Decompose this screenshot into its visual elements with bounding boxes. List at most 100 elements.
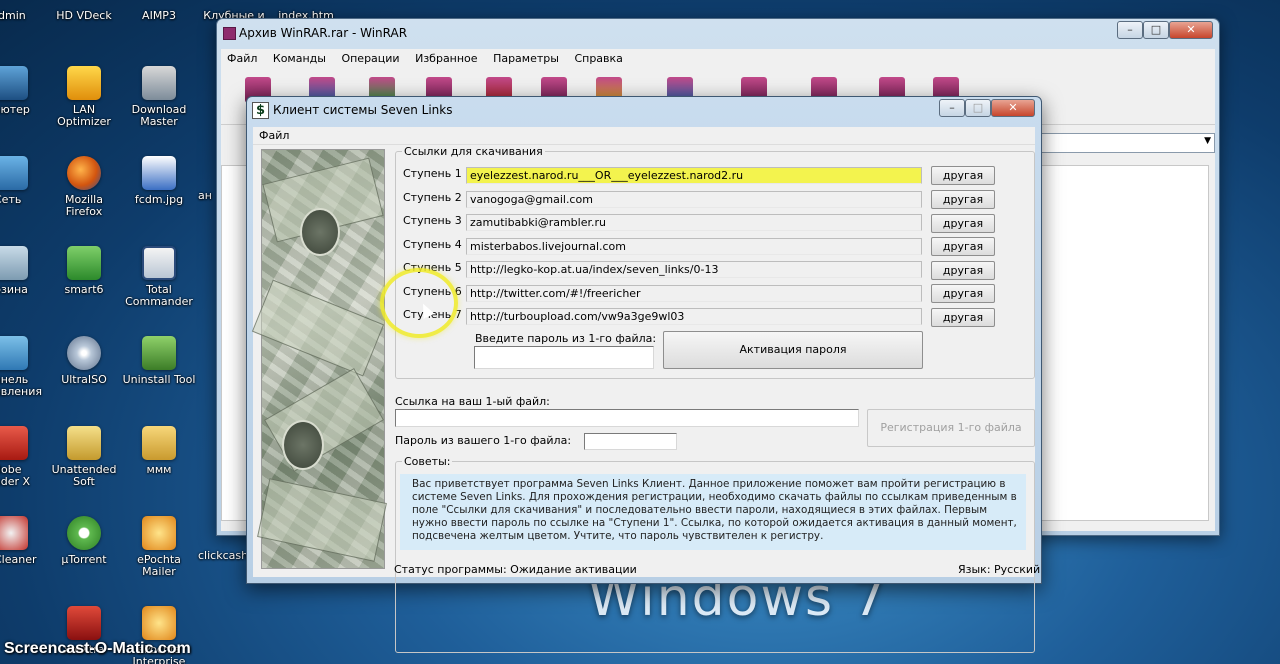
computer-icon [0, 66, 28, 100]
epochta-mailer-icon [142, 516, 176, 550]
epochta-interprise-icon [142, 606, 176, 640]
step-label-3: Ступень 3 [403, 214, 462, 227]
download-master-icon [142, 66, 176, 100]
step-label-2: Ступень 2 [403, 191, 462, 204]
winrar-menu-help[interactable]: Справка [568, 49, 628, 68]
step-url-3[interactable]: zamutibabki@rambler.ru [466, 214, 922, 231]
ccleaner-icon [0, 516, 28, 550]
banknote [263, 368, 385, 472]
banknote [257, 478, 387, 562]
lan-optimizer-icon [67, 66, 101, 100]
desktop-icon-uninstall-tool[interactable]: Uninstall Tool [121, 336, 197, 386]
firefox-icon [67, 156, 101, 190]
desktop-icon-lan-optimizer[interactable]: LAN Optimizer [46, 66, 122, 128]
winrar-file-list[interactable] [221, 165, 249, 521]
desktop-icon-fcdm-jpg[interactable]: fcdm.jpg [121, 156, 197, 206]
dialog-maximize-button[interactable]: □ [965, 99, 991, 117]
step-other-button-2[interactable]: другая [931, 190, 995, 209]
dialog-close-button[interactable]: ✕ [991, 99, 1035, 117]
winrar-menu-options[interactable]: Параметры [487, 49, 565, 68]
screencast-watermark: Screencast-O-Matic.com [4, 640, 191, 657]
utorrent-icon [67, 516, 101, 550]
winrar-minimize-button[interactable]: – [1117, 21, 1143, 39]
password-input[interactable] [474, 346, 654, 369]
smart6-icon [67, 246, 101, 280]
step-url-7[interactable]: http://turboupload.com/vw9a3ge9wl03 [466, 308, 922, 325]
desktop-icon-ultraiso[interactable]: UltraISO [46, 336, 122, 386]
ultraiso-icon [67, 336, 101, 370]
network-icon [0, 156, 28, 190]
tips-text: Вас приветствует программа Seven Links К… [400, 474, 1026, 550]
step-url-6[interactable]: http://twitter.com/#!/freericher [466, 285, 922, 302]
desktop-icon-computer[interactable]: ьютер [0, 66, 46, 116]
desktop-icon-utorrent[interactable]: µTorrent [46, 516, 122, 566]
dollar-icon: $ [252, 102, 269, 119]
winrar-file-pane[interactable] [1041, 165, 1209, 521]
winrar-title: Архив WinRAR.rar - WinRAR [239, 26, 408, 40]
money-image [251, 149, 387, 569]
dialog-menubar: Файл [253, 127, 1035, 145]
desktop-icon-adobe-reader[interactable]: dobe ader X [0, 426, 46, 488]
step-other-button-7[interactable]: другая [931, 308, 995, 327]
tips-group-title: Советы: [404, 455, 451, 468]
links-group-title: Ссылки для скачивания [404, 145, 543, 158]
cursor-highlight [380, 268, 458, 338]
your-password-input[interactable] [584, 433, 677, 450]
register-file-button[interactable]: Регистрация 1-го файла [867, 409, 1035, 447]
control-panel-icon [0, 336, 28, 370]
step-other-button-4[interactable]: другая [931, 237, 995, 256]
desktop-icon-total-commander[interactable]: Total Commander [121, 246, 197, 308]
dialog-menu-file[interactable]: Файл [259, 129, 289, 142]
your-password-label: Пароль из вашего 1-го файла: [395, 434, 572, 447]
desktop-icon-aimp3[interactable]: AIMP3 [121, 10, 197, 22]
step-url-2[interactable]: vanogoga@gmail.com [466, 191, 922, 208]
banknote-portrait [300, 208, 340, 256]
step-url-4[interactable]: misterbabos.livejournal.com [466, 238, 922, 255]
desktop-icon-smart6[interactable]: smart6 [46, 246, 122, 296]
winrar-menu-commands[interactable]: Команды [267, 49, 332, 68]
desktop-icon-unattended-soft[interactable]: Unattended Soft [46, 426, 122, 488]
step-label-4: Ступень 4 [403, 238, 462, 251]
step-other-button-3[interactable]: другая [931, 214, 995, 233]
uninstall-tool-icon [142, 336, 176, 370]
activate-password-button[interactable]: Активация пароля [663, 331, 923, 369]
winrar-menu-file[interactable]: Файл [221, 49, 263, 68]
winrar-menu-favorites[interactable]: Избранное [409, 49, 483, 68]
unattended-soft-icon [67, 426, 101, 460]
winrar-menubar: Файл Команды Операции Избранное Параметр… [221, 49, 1215, 69]
step-url-1[interactable]: eyelezzest.narod.ru___OR___eyelezzest.na… [466, 167, 922, 184]
desktop-icon-network[interactable]: Сеть [0, 156, 46, 206]
dialog-minimize-button[interactable]: – [939, 99, 965, 117]
desktop-icon-download-master[interactable]: Download Master [121, 66, 197, 128]
desktop-icon-hd-vdeck[interactable]: HD VDeck [46, 10, 122, 22]
language-text: Язык: Русский [958, 563, 1041, 576]
winrar-menu-operations[interactable]: Операции [335, 49, 405, 68]
step-other-button-1[interactable]: другая [931, 166, 995, 185]
status-text: Статус программы: Ожидание активации [394, 563, 637, 576]
desktop-icon-ccleaner[interactable]: Cleaner [0, 516, 46, 566]
winrar-maximize-button[interactable]: □ [1143, 21, 1169, 39]
banknote [251, 279, 385, 377]
desktop-icon-control-panel[interactable]: анель авления [0, 336, 46, 398]
recycle-bin-icon [0, 246, 28, 280]
step-other-button-5[interactable]: другая [931, 261, 995, 280]
winrar-app-icon [223, 27, 236, 40]
folder-icon [142, 426, 176, 460]
password-label: Введите пароль из 1-го файла: [475, 332, 657, 345]
image-file-icon [142, 156, 176, 190]
desktop-icon-epochta-mailer[interactable]: ePochta Mailer [121, 516, 197, 578]
floppy-icon [142, 246, 176, 280]
step-label-1: Ступень 1 [403, 167, 462, 180]
desktop-icon-recycle-bin[interactable]: рзина [0, 246, 46, 296]
winrar-close-button[interactable]: ✕ [1169, 21, 1213, 39]
your-link-input[interactable] [395, 409, 859, 427]
step-url-5[interactable]: http://legko-kop.at.ua/index/seven_links… [466, 261, 922, 278]
desktop-icon-mmm[interactable]: ммм [121, 426, 197, 476]
adobe-reader-icon [0, 426, 28, 460]
desktop-icon-firefox[interactable]: Mozilla Firefox [46, 156, 122, 218]
xrextra-icon [67, 606, 101, 640]
winrar-path-dropdown[interactable]: ▼ [1039, 133, 1215, 153]
step-other-button-6[interactable]: другая [931, 284, 995, 303]
dialog-title: Клиент системы Seven Links [273, 103, 453, 117]
chevron-down-icon: ▼ [1204, 136, 1211, 146]
